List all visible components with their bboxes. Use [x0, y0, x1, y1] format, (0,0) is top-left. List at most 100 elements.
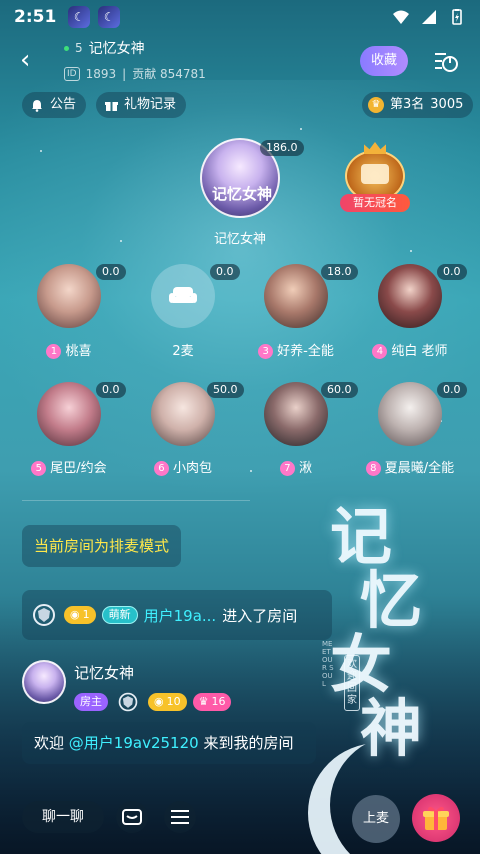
host-badge: 房主 [74, 693, 108, 711]
level-badge: ◉ 1 [64, 606, 96, 624]
welcome-prefix: 欢迎 [34, 734, 65, 752]
sofa-icon [361, 164, 389, 184]
signal-icon [422, 10, 436, 24]
seat-avatar[interactable] [37, 382, 101, 446]
enter-message: ◉ 1 萌新 用户19a... 进入了房间 [22, 590, 332, 640]
seat-name: 4 纯白 老师 [350, 340, 470, 359]
seat-avatar[interactable] [264, 382, 328, 446]
welcome-suffix: 来到我的房间 [203, 734, 294, 752]
message-sender-name[interactable]: 记忆女神 [74, 662, 134, 683]
seat-score: 0.0 [96, 264, 126, 280]
trophy-icon: ♛ [368, 97, 384, 113]
chat-input-button[interactable]: 聊一聊 [22, 801, 104, 833]
coin-icon: ◉ [154, 695, 164, 708]
seat-label: 好养-全能 [277, 344, 334, 359]
decor-char: 忆 [360, 564, 423, 637]
level-badge: ◉ 10 [148, 693, 187, 711]
seat-number: 8 [365, 461, 381, 476]
seat-number: 4 [372, 344, 388, 359]
seat-name: 7湫 [236, 457, 356, 476]
seat-score: 0.0 [437, 264, 467, 280]
room-title-row: 5 记忆女神 [64, 38, 145, 58]
back-icon[interactable]: ‹ [20, 46, 44, 74]
mic-up-button[interactable]: 上麦 [352, 795, 400, 843]
contribution: 贡献 854781 [132, 67, 206, 81]
seat-name: 8 夏晨曦/全能 [350, 457, 470, 476]
seat-number: 5 [31, 461, 47, 476]
online-dot-icon [64, 45, 69, 51]
wifi-icon [393, 10, 409, 24]
seat-number: 7 [279, 461, 295, 476]
menu-icon [171, 810, 189, 824]
star [410, 250, 412, 252]
seat-score: 0.0 [96, 382, 126, 398]
shield-icon [30, 601, 58, 629]
seat-avatar[interactable] [378, 264, 442, 328]
charm-value: 16 [211, 695, 226, 708]
notice-button[interactable]: 公告 [22, 92, 87, 118]
status-time: 2:51 [14, 7, 57, 27]
seat-number: 3 [258, 344, 274, 359]
seat-name: 1 桃喜 [9, 340, 129, 359]
message-button[interactable] [116, 801, 148, 833]
star [300, 128, 302, 130]
star [120, 240, 122, 242]
decor-title: 记 忆 女 神 [330, 500, 423, 761]
host-small-avatar[interactable] [22, 660, 66, 704]
seat-avatar[interactable] [37, 264, 101, 328]
room-id: 1893 [85, 66, 117, 81]
seat-score: 50.0 [207, 382, 244, 398]
seat-label: 小肉包 [172, 461, 212, 476]
enter-text: 进入了房间 [222, 606, 298, 625]
room-id-row: ID 1893 | 贡献 854781 [64, 65, 206, 82]
app-notification-icon: ☾ [68, 6, 91, 28]
empty-seat[interactable] [151, 264, 215, 328]
host-message-header: 记忆女神 房主 ◉ 10 ♛ 16 [22, 660, 322, 712]
status-bar: 2:51 ☾ ☾ [0, 0, 480, 34]
seat-avatar[interactable] [151, 382, 215, 446]
exit-room-icon[interactable] [432, 48, 460, 76]
charm-badge: ♛ 16 [192, 693, 232, 711]
online-count: 5 [75, 41, 83, 55]
seat-avatar[interactable] [378, 382, 442, 446]
id-badge: ID [64, 66, 80, 81]
room-header: ‹ 5 记忆女神 ID 1893 | 贡献 854781 收藏 [0, 36, 480, 88]
gift-icon [423, 806, 449, 830]
bell-icon [30, 98, 44, 112]
seat-score: 18.0 [321, 264, 358, 280]
menu-button[interactable] [164, 801, 196, 833]
rank-score: 3005 [430, 97, 464, 112]
rank-badge[interactable]: ♛ 第3名 3005 [362, 92, 474, 118]
crown-small-icon: ♛ [198, 695, 209, 708]
rank-label: 第3名 [390, 97, 425, 112]
seat-number: 6 [153, 461, 169, 476]
seat-name: 2麦 [172, 344, 194, 359]
system-tip: 当前房间为排麦模式 [22, 525, 182, 567]
crown-seat[interactable]: 暂无冠名 [340, 142, 410, 214]
shield-icon [114, 688, 142, 716]
notice-label: 公告 [50, 97, 77, 112]
divider [22, 500, 250, 501]
favorite-button[interactable]: 收藏 [360, 46, 408, 76]
seat-score: 60.0 [321, 382, 358, 398]
seat-avatar[interactable] [264, 264, 328, 328]
seat-label: 桃喜 [65, 344, 92, 359]
gift-box-icon [104, 98, 118, 112]
host-name: 记忆女神 [213, 232, 266, 247]
gift-record-button[interactable]: 礼物记录 [96, 92, 187, 118]
decor-char: 记 [330, 500, 393, 573]
seat-name: 5 尾巴/约会 [9, 457, 129, 476]
message-badges: 房主 ◉ 10 ♛ 16 [74, 688, 232, 716]
coin-icon: ◉ [70, 608, 80, 621]
seat-number: 1 [46, 344, 62, 359]
seat-name: 6 小肉包 [123, 457, 243, 476]
mention-link[interactable]: @用户19av25120 [69, 734, 199, 752]
user-link[interactable]: 用户19a... [144, 605, 217, 626]
host-score: 186.0 [260, 140, 304, 156]
seat-label: 夏晨曦/全能 [384, 461, 455, 476]
gift-record-label: 礼物记录 [124, 97, 177, 112]
sofa-icon [169, 287, 197, 303]
seat-label: 纯白 老师 [391, 344, 448, 359]
welcome-message: 欢迎 @用户19av25120 来到我的房间 [22, 722, 316, 764]
gift-button[interactable] [412, 794, 460, 842]
